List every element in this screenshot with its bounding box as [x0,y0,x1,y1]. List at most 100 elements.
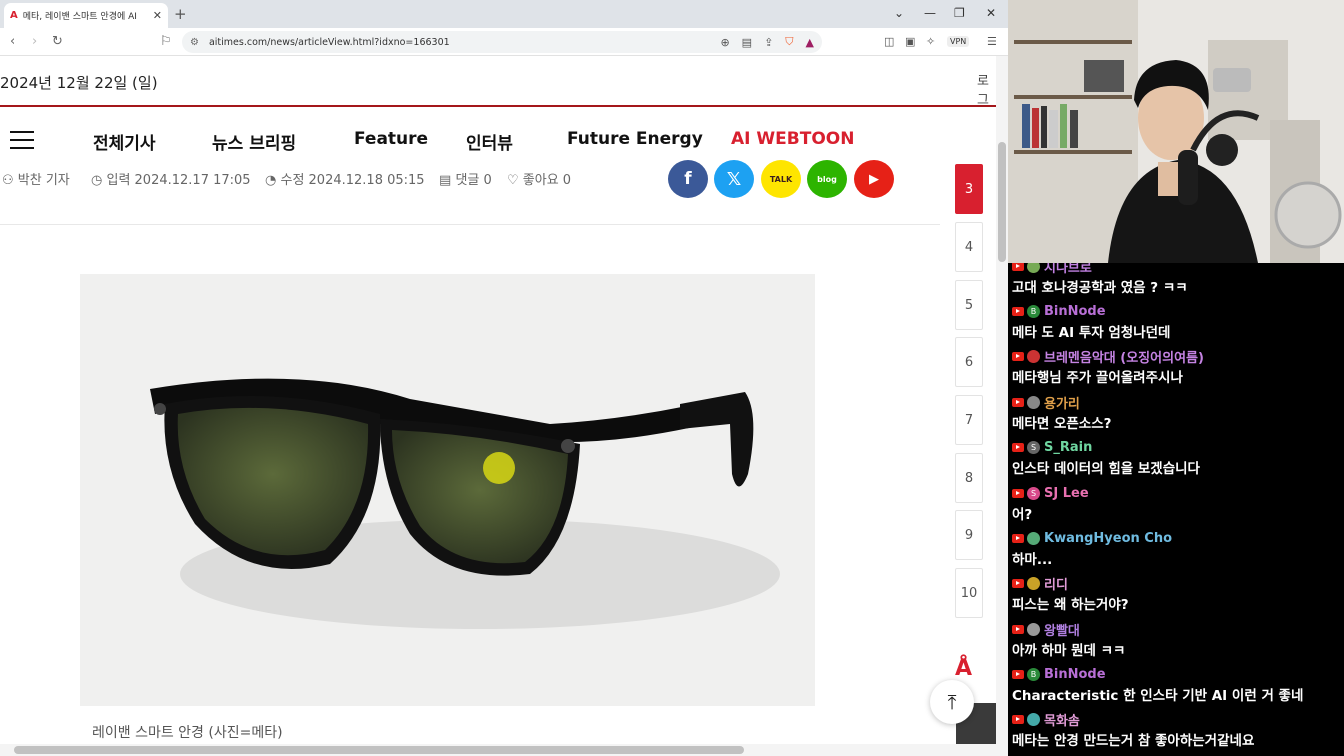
photo-caption: 레이밴 스마트 안경 (사진=메타) [92,725,283,741]
reload-button[interactable]: ↻ [52,34,63,49]
reader-mode-icon[interactable]: ▤ [742,36,752,49]
maximize-button[interactable]: ❐ [954,6,965,20]
like-button[interactable]: ♡ 좋아요 0 [507,169,571,188]
rank-item[interactable]: 7 [955,395,983,445]
comments-count: 댓글 0 [455,173,492,188]
chat-message: S SJ Lee 어? [1012,484,1342,523]
close-window-button[interactable]: ✕ [986,6,996,20]
camera-lens-icon [154,403,166,415]
youtube-badge-icon [1012,397,1024,407]
nav-future-energy[interactable]: Future Energy [567,129,703,149]
chat-username: 용가리 [1044,396,1080,412]
zoom-icon[interactable]: ⊕ [720,36,729,49]
x-share-button[interactable]: 𝕏 [714,160,754,198]
menu-icon[interactable]: ☰ [987,35,997,48]
header-date: 2024년 12월 22일 (일) [0,74,158,92]
chat-username: SJ Lee [1044,485,1089,501]
avatar [1027,263,1040,273]
chat-message: B BinNode Characteristic 한 인스타 기반 AI 이런 거… [1012,665,1342,704]
tab-list-chevron-icon[interactable]: ⌄ [894,6,904,20]
youtube-button[interactable]: ▶ [854,160,894,198]
bookmark-icon[interactable]: ⚐ [160,34,172,49]
tab-strip: A 메타, 레이밴 스마트 안경에 AI ✕ + ⌄ — ❐ ✕ [0,0,1008,28]
naver-blog-icon: blog [817,174,837,184]
rank-item[interactable]: 8 [955,453,983,503]
kakao-share-button[interactable]: TALK [761,160,801,198]
comments-link[interactable]: ▤ 댓글 0 [439,169,492,188]
check-circle-icon: ◔ [265,173,277,188]
nav-interview[interactable]: 인터뷰 [466,129,513,154]
chat-text: 고대 호나경공학과 였음 ? ㅋㅋ [1012,280,1188,296]
forward-button[interactable]: › [32,34,37,49]
rank-item[interactable]: 10 [955,568,983,618]
rank-item[interactable]: 4 [955,222,983,272]
wallet-icon[interactable]: ▣ [905,35,915,48]
chat-username: BinNode [1044,303,1106,319]
nav-news-briefing[interactable]: 뉴스 브리핑 [212,129,296,154]
rank-item[interactable]: 5 [955,280,983,330]
modified-date-line: ◔ 수정 2024.12.18 05:15 [265,169,425,188]
horizontal-scrollbar[interactable] [0,744,1008,756]
site-info-icon[interactable]: ⚙ [190,37,199,48]
web-page: 2024년 12월 22일 (일) 로그 전체기사 뉴스 브리핑 Feature… [0,56,996,744]
mouse-highlight [483,452,515,484]
back-button[interactable]: ‹ [10,34,15,49]
live-chat: 시나브로 고대 호나경공학과 였음 ? ㅋㅋ B BinNode 메타 도 AI … [1008,263,1344,756]
leo-ai-icon[interactable]: ✧ [926,35,935,48]
avatar: B [1027,667,1040,681]
chat-message: 왕빨대 아까 하마 뭔데 ㅋㅋ [1012,620,1342,659]
horizontal-scroll-thumb[interactable] [14,746,744,754]
chat-message: 리디 피스는 왜 하는거야? [1012,574,1342,613]
new-tab-button[interactable]: + [174,5,187,23]
brave-shields-icon[interactable]: ⛉ [785,35,793,49]
chat-text: 아까 하마 뭔데 ㅋㅋ [1012,643,1126,659]
input-date-line: ◷ 입력 2024.12.17 17:05 [91,169,251,188]
share-icon[interactable]: ⇪ [764,36,773,49]
chat-username: BinNode [1044,666,1106,682]
vertical-scroll-thumb[interactable] [998,142,1006,262]
led-indicator-icon [561,439,575,453]
youtube-badge-icon [1012,578,1024,588]
close-tab-icon[interactable]: ✕ [153,9,162,22]
kakaotalk-icon: TALK [769,174,793,184]
nav-feature[interactable]: Feature [354,129,428,149]
avatar [1027,622,1040,636]
article-photo-ray-ban-glasses [80,274,815,706]
minimize-button[interactable]: — [924,6,936,20]
meta-divider [0,224,940,225]
facebook-share-button[interactable]: f [668,160,708,198]
avatar [1027,531,1040,545]
blog-share-button[interactable]: blog [807,160,847,198]
chat-text: Characteristic 한 인스타 기반 AI 이런 거 좋네 [1012,688,1304,704]
header-divider [0,105,996,107]
nav-all-articles[interactable]: 전체기사 [93,129,156,154]
youtube-badge-icon [1012,306,1024,316]
address-bar[interactable]: ⚙ aitimes.com/news/articleView.html?idxn… [182,31,822,53]
rank-item[interactable]: 6 [955,337,983,387]
hamburger-menu-icon[interactable] [10,131,34,149]
scroll-to-top-button[interactable]: ⤒ [930,680,974,724]
sidebar-icon[interactable]: ◫ [884,35,894,48]
arrow-up-icon: ⤒ [947,690,957,714]
youtube-icon: ▶ [869,171,879,187]
login-link[interactable]: 로그 [977,70,996,108]
chat-text: 인스타 데이터의 힘을 보겠습니다 [1012,461,1200,477]
facebook-icon: f [684,169,692,189]
rank-item[interactable]: 3 [955,164,983,214]
brave-rewards-icon[interactable]: ▲ [806,36,814,49]
vertical-scrollbar[interactable] [996,56,1008,744]
chat-text: 하마... [1012,552,1053,568]
avatar: S [1027,440,1040,454]
chat-username: 리디 [1044,577,1068,593]
chat-username: 시나브로 [1044,263,1092,276]
chat-text: 메타행님 주가 끌어올려주시나 [1012,370,1183,386]
rank-item[interactable]: 9 [955,510,983,560]
input-date: 입력 2024.12.17 17:05 [106,173,251,188]
chat-message: 목화솜 메타는 안경 만드는거 참 좋아하는거같네요 [1012,710,1342,749]
url-text[interactable]: aitimes.com/news/articleView.html?idxno=… [209,37,708,48]
vpn-button[interactable]: VPN [947,36,970,47]
active-tab[interactable]: A 메타, 레이밴 스마트 안경에 AI ✕ [4,3,168,28]
chat-username: 브레멘음악대 (오징어의여름) [1044,350,1204,366]
nav-ai-webtoon[interactable]: AI WEBTOON [731,129,854,149]
likes-count: 좋아요 0 [522,173,572,188]
